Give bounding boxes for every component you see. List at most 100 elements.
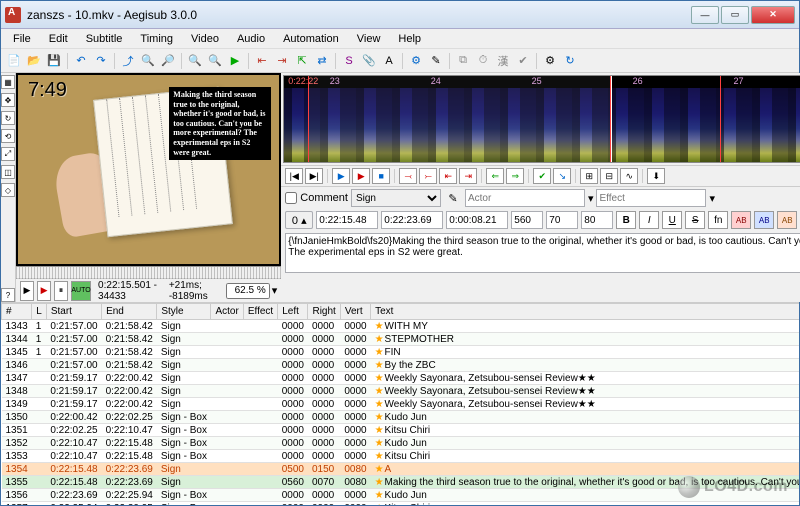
zoom-dropdown-icon[interactable]: ▾ [272,284,278,297]
audio-play-after-icon[interactable]: ⤚ [419,168,437,184]
new-icon[interactable]: 📄 [5,52,23,70]
video-zoom-input[interactable] [226,283,270,299]
tool-scale-icon[interactable]: ⤢ [1,147,15,161]
comment-checkbox[interactable] [285,192,297,204]
search-icon[interactable]: 🔍 [139,52,157,70]
tpp-icon[interactable]: ⏱ [474,52,492,70]
kanji-icon[interactable]: 漢 [494,52,512,70]
italic-button[interactable]: I [639,211,659,229]
save-icon[interactable]: 💾 [45,52,63,70]
actor-input[interactable] [465,189,585,207]
subtitle-grid[interactable]: #LStartEndStyleActorEffectLeftRightVertT… [1,303,799,505]
video-scrubber[interactable] [16,266,281,278]
undo-icon[interactable]: ↶ [72,52,90,70]
snap-scene-icon[interactable]: ⇱ [293,52,311,70]
styles-icon[interactable]: S [340,52,358,70]
layer-spinner[interactable]: 0 ▴ [285,211,313,229]
margin-vert-input[interactable] [581,211,613,229]
table-row[interactable]: 13490:21:59.170:22:00.42Sign000000000000… [2,398,800,411]
color1-button[interactable]: AB [731,211,751,229]
zoom-out-icon[interactable]: 🔍 [206,52,224,70]
settings-icon[interactable]: ⚙ [541,52,559,70]
grid-header[interactable]: Style [157,304,211,320]
open-icon[interactable]: 📂 [25,52,43,70]
end-time-input[interactable] [381,211,443,229]
pause-icon[interactable]: ⏸ [54,281,68,301]
table-row[interactable]: 13520:22:10.470:22:15.48Sign - Box000000… [2,437,800,450]
video-frame[interactable]: 7:49 Making the third season true to the… [18,75,279,264]
tool-drag-icon[interactable]: ✥ [1,93,15,107]
menu-file[interactable]: File [5,31,39,47]
jump-icon[interactable]: ⤴ [119,52,137,70]
audio-play-last-icon[interactable]: ⇥ [459,168,477,184]
grid-header[interactable]: Start [46,304,101,320]
underline-button[interactable]: U [662,211,682,229]
audio-play-before-icon[interactable]: ⤙ [399,168,417,184]
tool-vectorclip-icon[interactable]: ◇ [1,183,15,197]
autoscroll-icon[interactable]: AUTO [71,281,91,301]
style-edit-icon[interactable]: ✎ [444,189,462,207]
tool-standard-icon[interactable]: ▦ [1,75,15,89]
play-icon[interactable]: ▶ [20,281,34,301]
audio-karaoke-icon[interactable]: ⬇ [647,168,665,184]
tool-clip-icon[interactable]: ◫ [1,165,15,179]
menu-view[interactable]: View [349,31,389,47]
menu-audio[interactable]: Audio [229,31,273,47]
margin-right-input[interactable] [546,211,578,229]
table-row[interactable]: 134410:21:57.000:21:58.42Sign00000000000… [2,333,800,346]
spellcheck-icon[interactable]: ✔ [514,52,532,70]
margin-left-input[interactable] [511,211,543,229]
cycle-icon[interactable]: ↻ [561,52,579,70]
audio-play-icon[interactable]: ▶ [332,168,350,184]
start-time-input[interactable] [316,211,378,229]
grid-header[interactable]: Right [308,304,340,320]
grid-header[interactable]: Text [371,304,799,320]
menu-automation[interactable]: Automation [275,31,347,47]
audio-next-icon[interactable]: ▶| [305,168,323,184]
zoom-in-icon[interactable]: 🔍 [186,52,204,70]
snap-end-icon[interactable]: ⇥ [273,52,291,70]
table-row[interactable]: 134310:21:57.000:21:58.42Sign00000000000… [2,320,800,333]
grid-header[interactable]: L [32,304,47,320]
color2-button[interactable]: AB [754,211,774,229]
table-row[interactable]: 13540:22:15.480:22:23.69Sign050001500080… [2,463,800,476]
redo-icon[interactable]: ↷ [92,52,110,70]
effect-dropdown-icon[interactable]: ▾ [709,192,715,205]
grid-header[interactable]: Left [278,304,308,320]
menu-video[interactable]: Video [183,31,227,47]
tool-rotatexy-icon[interactable]: ⟲ [1,129,15,143]
tool-help-icon[interactable]: ? [1,288,15,302]
audio-display[interactable]: 0:22:22 232425262728 [283,75,800,163]
close-button[interactable]: ✕ [751,6,795,24]
maximize-button[interactable]: ▭ [721,6,749,24]
grid-header[interactable]: # [2,304,32,320]
bold-button[interactable]: B [616,211,636,229]
replace-icon[interactable]: 🔎 [159,52,177,70]
fontname-button[interactable]: fn [708,211,728,229]
attachments-icon[interactable]: 📎 [360,52,378,70]
menu-edit[interactable]: Edit [41,31,76,47]
subtitle-text-input[interactable]: {\fnJanieHmkBold\fs20}Making the third s… [285,233,800,273]
minimize-button[interactable]: — [691,6,719,24]
audio-prev-icon[interactable]: |◀ [285,168,303,184]
shifttool-icon[interactable]: ⧉ [454,52,472,70]
table-row[interactable]: 13570:22:25.940:22:30.95Sign - Box000000… [2,502,800,506]
audio-toggle1-icon[interactable]: ⊞ [580,168,598,184]
audio-goto-icon[interactable]: ↘ [553,168,571,184]
grid-header[interactable]: Effect [243,304,277,320]
actor-dropdown-icon[interactable]: ▾ [588,192,594,205]
tool-rotatez-icon[interactable]: ↻ [1,111,15,125]
table-row[interactable]: 13460:21:57.000:21:58.42Sign000000000000… [2,359,800,372]
grid-header[interactable]: End [102,304,157,320]
audio-toggle2-icon[interactable]: ⊟ [600,168,618,184]
shift-times-icon[interactable]: ⇄ [313,52,331,70]
video-jump-icon[interactable]: ▶ [226,52,244,70]
strike-button[interactable]: S [685,211,705,229]
table-row[interactable]: 13500:22:00.420:22:02.25Sign - Box000000… [2,411,800,424]
automation-icon[interactable]: ⚙ [407,52,425,70]
menu-help[interactable]: Help [390,31,429,47]
audio-play-first-icon[interactable]: ⇤ [439,168,457,184]
snap-start-icon[interactable]: ⇤ [253,52,271,70]
table-row[interactable]: 13510:22:02.250:22:10.47Sign - Box000000… [2,424,800,437]
audio-leadin-icon[interactable]: ⇐ [486,168,504,184]
